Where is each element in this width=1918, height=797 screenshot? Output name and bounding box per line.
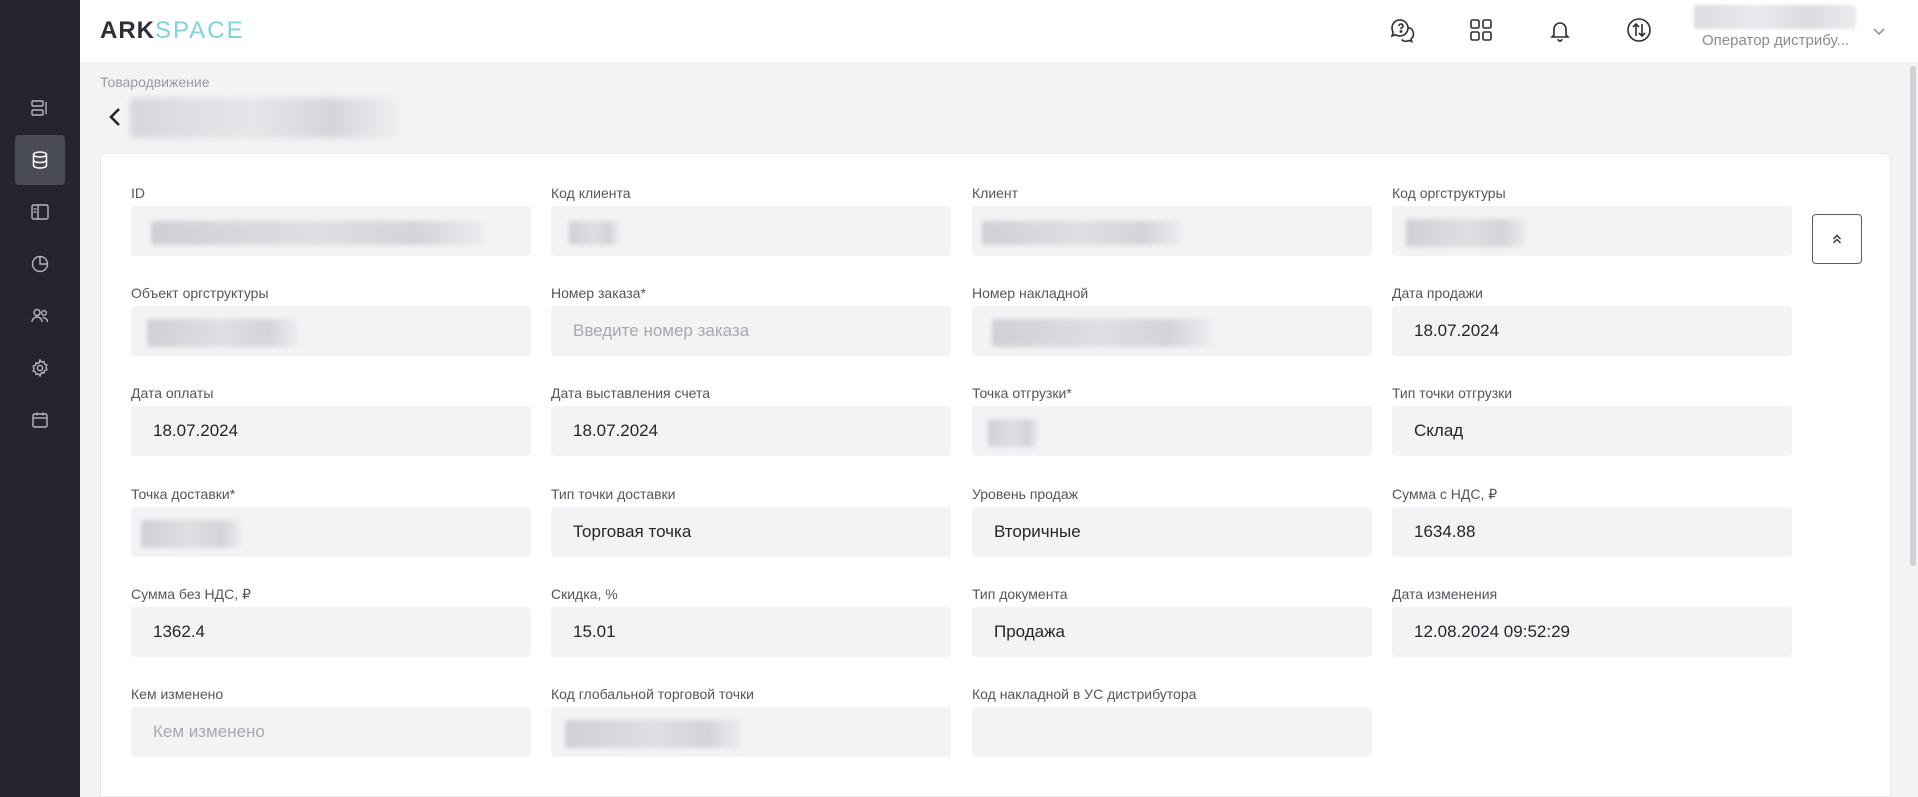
redacted-value bbox=[1406, 219, 1526, 247]
apps-grid-icon bbox=[1470, 19, 1492, 41]
gear-icon bbox=[32, 358, 48, 378]
breadcrumb[interactable]: Товародвижение bbox=[100, 74, 210, 90]
user-role[interactable]: Оператор дистрибу... bbox=[1702, 32, 1849, 49]
sidebar bbox=[0, 0, 80, 797]
redacted-value bbox=[988, 419, 1038, 447]
support-chat-icon bbox=[1390, 19, 1415, 43]
pie-chart-icon bbox=[31, 255, 49, 273]
field-label: Тип точки доставки bbox=[551, 486, 676, 502]
field-label: Дата выставления счета bbox=[551, 385, 711, 401]
field-label: Кем изменено bbox=[131, 686, 224, 702]
sale-date-input[interactable]: 18.07.2024 bbox=[1392, 306, 1792, 356]
field-label: Дата изменения bbox=[1392, 586, 1498, 602]
field-label: Дата оплаты bbox=[131, 385, 214, 401]
redacted-value bbox=[151, 221, 483, 245]
amount-with-vat-input[interactable]: 1634.88 bbox=[1392, 507, 1792, 557]
document-type-select[interactable]: Продажа bbox=[972, 607, 1372, 657]
sidebar-item-layout[interactable] bbox=[15, 187, 65, 237]
field-label: Дата продажи bbox=[1392, 285, 1483, 301]
field-label: Сумма с НДС, ₽ bbox=[1392, 486, 1498, 502]
sidebar-item-users[interactable] bbox=[15, 291, 65, 341]
delivery-point-type-select[interactable]: Торговая точка bbox=[551, 507, 951, 557]
payment-date-input[interactable]: 18.07.2024 bbox=[131, 406, 531, 456]
sidebar-item-database[interactable] bbox=[15, 135, 65, 185]
field-label: Код накладной в УС дистрибутора bbox=[972, 686, 1197, 702]
redacted-value bbox=[569, 221, 619, 245]
redacted-value bbox=[141, 520, 241, 548]
sidebar-item-reports[interactable] bbox=[15, 239, 65, 289]
field-label: Код оргструктуры bbox=[1392, 185, 1506, 201]
bell-icon bbox=[1550, 22, 1570, 42]
field-label: Объект оргструктуры bbox=[131, 285, 269, 301]
invoice-date-input[interactable]: 18.07.2024 bbox=[551, 406, 951, 456]
collapse-button[interactable] bbox=[1812, 214, 1862, 264]
chevron-left-icon bbox=[109, 108, 120, 126]
field-label: Точка доставки* bbox=[131, 486, 236, 502]
back-button[interactable] bbox=[104, 104, 126, 130]
calendar-icon bbox=[32, 412, 48, 428]
field-label: Уровень продаж bbox=[972, 486, 1078, 502]
modified-by-input[interactable]: Кем изменено bbox=[131, 707, 531, 757]
redacted-value bbox=[565, 720, 741, 748]
redacted-value bbox=[147, 319, 297, 347]
sync-button[interactable] bbox=[1623, 14, 1655, 46]
amount-without-vat-input[interactable]: 1362.4 bbox=[131, 607, 531, 657]
logo-text-space: SPACE bbox=[155, 17, 245, 44]
layout-icon bbox=[31, 204, 49, 220]
field-label: Номер заказа* bbox=[551, 285, 646, 301]
field-label: Код клиента bbox=[551, 185, 631, 201]
field-label: Номер накладной bbox=[972, 285, 1089, 301]
top-bar: ARKSPACE Оператор дистрибу... bbox=[80, 0, 1918, 62]
sync-icon bbox=[1627, 18, 1651, 42]
field-label: Сумма без НДС, ₽ bbox=[131, 586, 251, 602]
discount-input[interactable]: 15.01 bbox=[551, 607, 951, 657]
notifications-button[interactable] bbox=[1544, 14, 1576, 46]
support-chat-button[interactable] bbox=[1386, 14, 1418, 46]
field-label: ID bbox=[131, 185, 145, 201]
field-label: Тип документа bbox=[972, 586, 1068, 602]
apps-button[interactable] bbox=[1465, 14, 1497, 46]
database-icon bbox=[32, 151, 48, 169]
page-title-redacted bbox=[130, 98, 400, 138]
field-label: Тип точки отгрузки bbox=[1392, 385, 1513, 401]
field-label: Точка отгрузки* bbox=[972, 385, 1072, 401]
user-name-redacted[interactable] bbox=[1694, 5, 1856, 29]
shipment-point-type-select[interactable]: Склад bbox=[1392, 406, 1792, 456]
logo[interactable]: ARKSPACE bbox=[100, 17, 245, 45]
sidebar-item-settings[interactable] bbox=[15, 343, 65, 393]
order-number-input[interactable]: Введите номер заказа bbox=[551, 306, 951, 356]
field-label: Клиент bbox=[972, 185, 1019, 201]
field-label: Код глобальной торговой точки bbox=[551, 686, 754, 702]
sidebar-item-list[interactable] bbox=[15, 83, 65, 133]
chevron-down-icon[interactable] bbox=[1870, 22, 1888, 40]
field-label: Скидка, % bbox=[551, 586, 618, 602]
modified-date-input[interactable]: 12.08.2024 09:52:29 bbox=[1392, 607, 1792, 657]
double-chevron-up-icon bbox=[1833, 234, 1841, 244]
sidebar-item-calendar[interactable] bbox=[15, 395, 65, 445]
distributor-invoice-code-input[interactable] bbox=[972, 707, 1372, 757]
list-icon bbox=[31, 100, 47, 116]
redacted-value bbox=[992, 319, 1212, 347]
sales-level-select[interactable]: Вторичные bbox=[972, 507, 1372, 557]
redacted-value bbox=[982, 221, 1182, 245]
users-icon bbox=[31, 308, 49, 323]
scrollbar-thumb[interactable] bbox=[1910, 66, 1916, 566]
logo-text-ark: ARK bbox=[100, 17, 155, 44]
